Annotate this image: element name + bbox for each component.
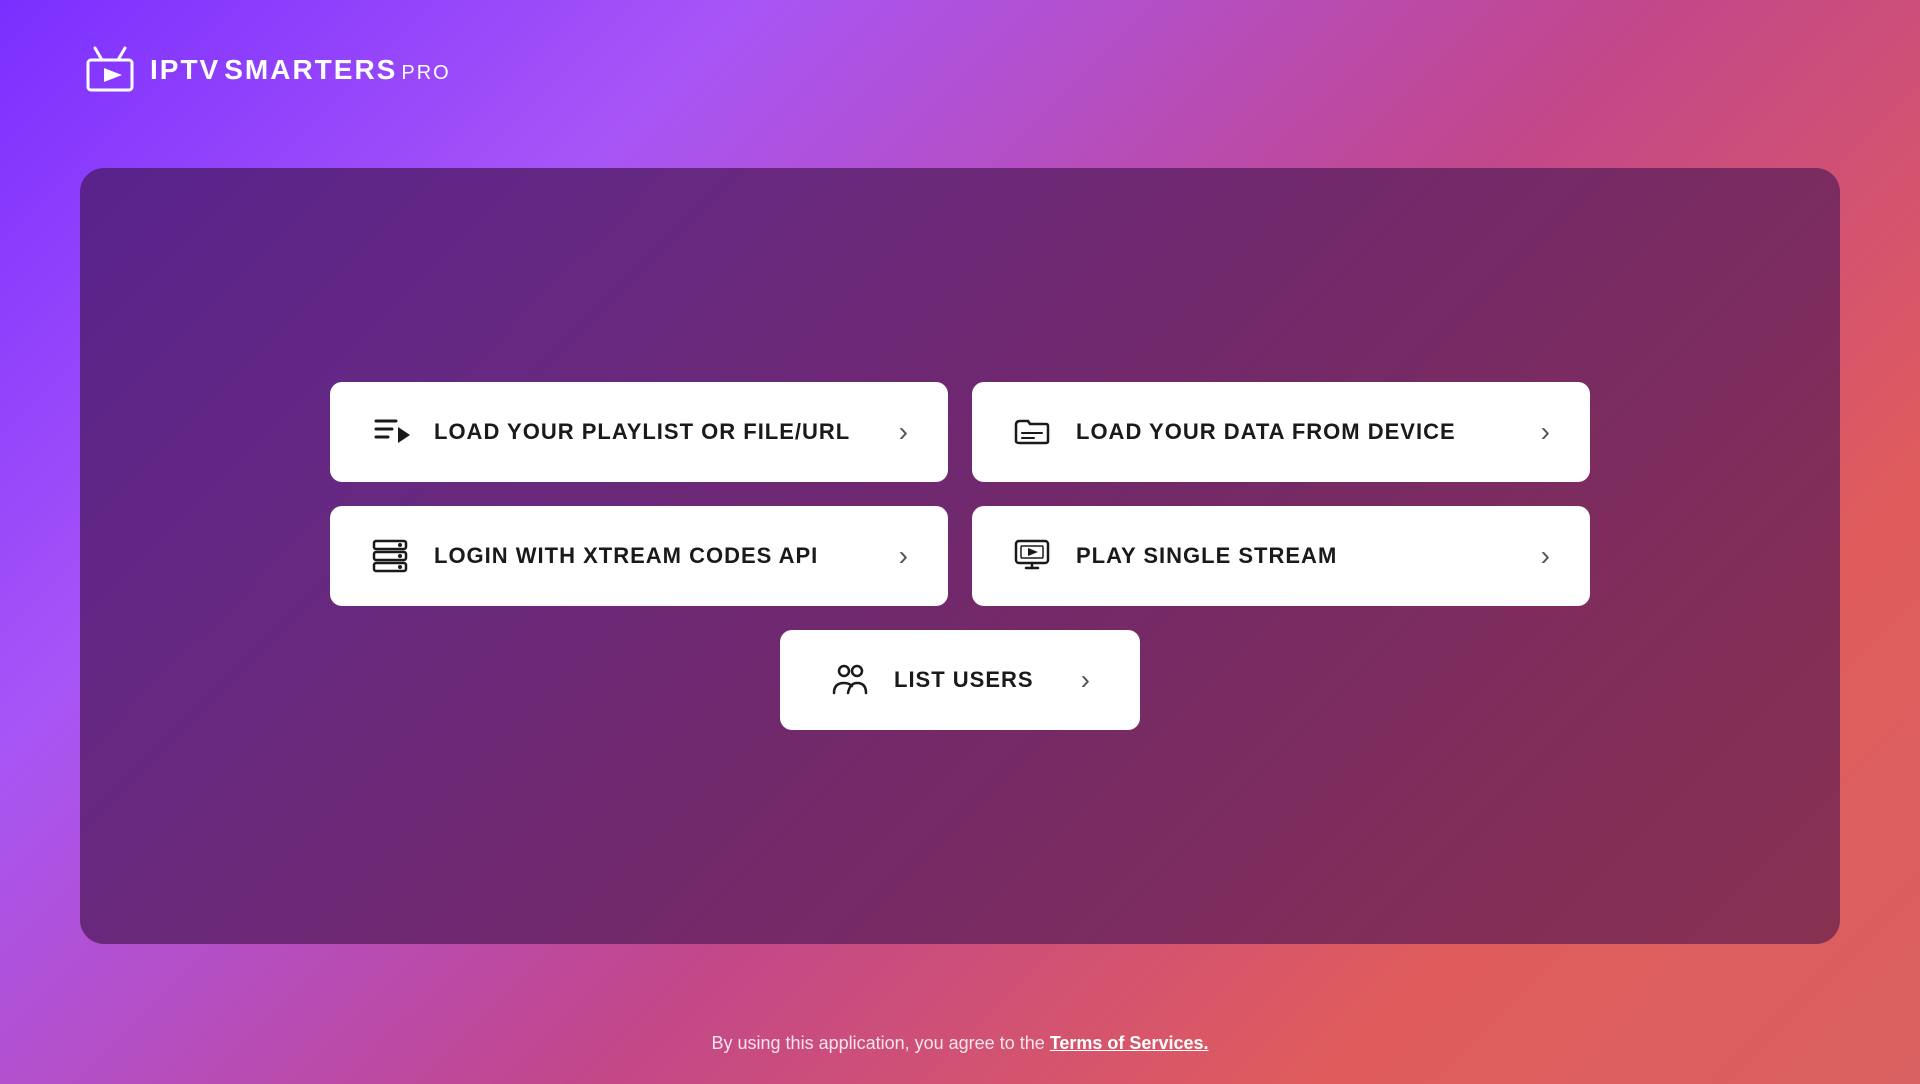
load-device-button[interactable]: LOAD YOUR DATA FROM DEVICE › xyxy=(972,382,1590,482)
chevron-right-icon-stream: › xyxy=(1541,540,1550,572)
logo-smarters-text: SMARTERS xyxy=(224,54,397,86)
users-icon xyxy=(830,659,870,702)
footer-text: By using this application, you agree to … xyxy=(712,1033,1050,1053)
logo-iptv-text: IPTV xyxy=(150,54,220,86)
list-users-button[interactable]: LIST USERS › xyxy=(780,630,1140,730)
chevron-right-icon-playlist: › xyxy=(899,416,908,448)
load-playlist-button[interactable]: LOAD YOUR PLAYLIST OR FILE/URL › xyxy=(330,382,948,482)
chevron-right-icon-device: › xyxy=(1541,416,1550,448)
play-single-stream-label: PLAY SINGLE STREAM xyxy=(1076,543,1337,569)
chevron-right-icon-users: › xyxy=(1081,664,1090,696)
buttons-grid: LOAD YOUR PLAYLIST OR FILE/URL › LOAD YO… xyxy=(330,382,1590,606)
center-button-row: LIST USERS › xyxy=(330,630,1590,730)
logo: IPTV SMARTERS PRO xyxy=(80,40,451,100)
login-xtream-label: LOGIN WITH XTREAM CODES API xyxy=(434,543,818,569)
device-icon xyxy=(1012,411,1052,454)
list-users-label: LIST USERS xyxy=(894,667,1034,693)
xtream-icon xyxy=(370,535,410,578)
main-card: LOAD YOUR PLAYLIST OR FILE/URL › LOAD YO… xyxy=(80,168,1840,944)
stream-icon xyxy=(1012,535,1052,578)
chevron-right-icon-xtream: › xyxy=(899,540,908,572)
terms-link[interactable]: Terms of Services. xyxy=(1050,1033,1209,1053)
load-device-label: LOAD YOUR DATA FROM DEVICE xyxy=(1076,419,1456,445)
logo-pro-text: PRO xyxy=(401,62,450,85)
footer: By using this application, you agree to … xyxy=(0,1033,1920,1054)
logo-text: IPTV SMARTERS PRO xyxy=(150,54,451,86)
play-single-stream-button[interactable]: PLAY SINGLE STREAM › xyxy=(972,506,1590,606)
login-xtream-button[interactable]: LOGIN WITH XTREAM CODES API › xyxy=(330,506,948,606)
load-playlist-label: LOAD YOUR PLAYLIST OR FILE/URL xyxy=(434,419,850,445)
playlist-icon xyxy=(370,411,410,454)
logo-icon xyxy=(80,40,140,100)
